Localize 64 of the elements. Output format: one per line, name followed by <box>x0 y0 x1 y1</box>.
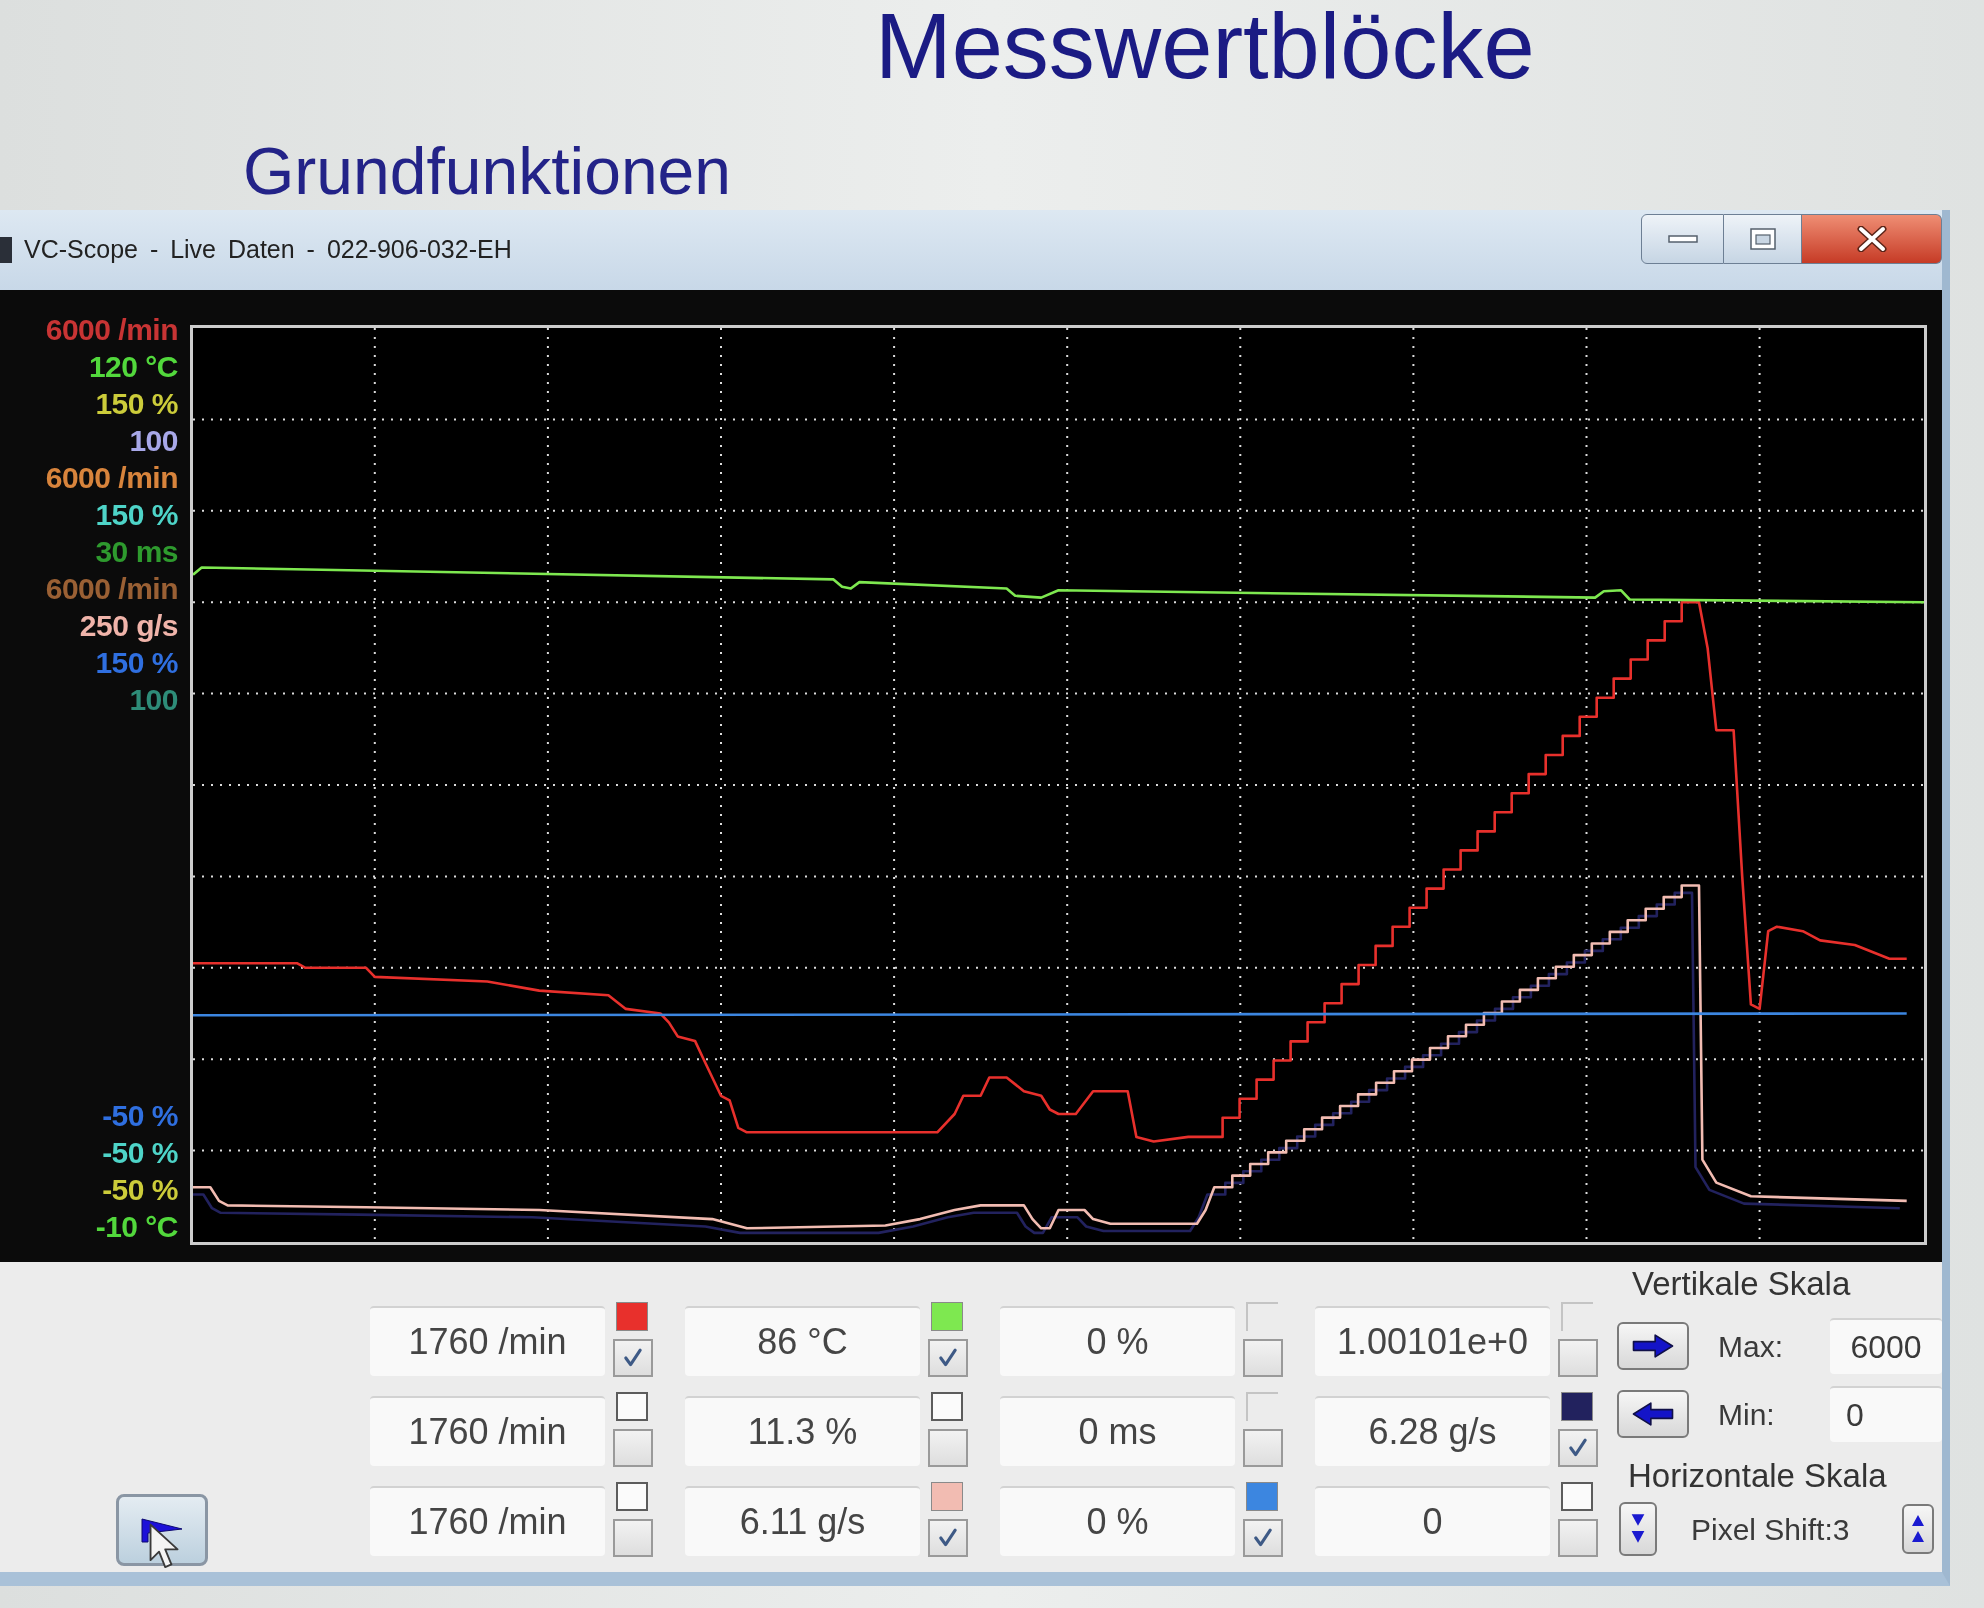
scale-label: -10 °C <box>95 1209 178 1245</box>
slide-heading: Messwertblöcke <box>875 0 1535 92</box>
checkbox[interactable] <box>928 1429 968 1467</box>
checkbox[interactable] <box>1558 1339 1598 1377</box>
close-button[interactable] <box>1802 214 1942 264</box>
value-display: 1760 /min <box>370 1396 605 1466</box>
min-label: Min: <box>1718 1396 1775 1433</box>
flag-button[interactable] <box>116 1494 208 1566</box>
value-display: 0 % <box>1000 1306 1235 1376</box>
value-display: 11.3 % <box>685 1396 920 1466</box>
arrow-left-icon <box>1631 1401 1675 1427</box>
scroll-down-button[interactable] <box>1619 1502 1657 1556</box>
app-icon <box>0 237 12 263</box>
minimize-icon <box>1667 234 1698 244</box>
vertical-scale-label: Vertikale Skala <box>1632 1264 1851 1304</box>
checkbox[interactable] <box>1243 1519 1283 1557</box>
scale-label: 150 % <box>95 645 178 681</box>
scale-label: 150 % <box>95 386 178 422</box>
value-display: 0 % <box>1000 1486 1235 1556</box>
scroll-up-button[interactable] <box>1902 1504 1934 1554</box>
checkbox[interactable] <box>928 1339 968 1377</box>
scale-label: 6000 /min <box>45 571 178 607</box>
checkbox[interactable] <box>613 1519 653 1557</box>
maximize-button[interactable] <box>1724 214 1802 264</box>
max-label: Max: <box>1718 1328 1783 1365</box>
slide-subheading: Grundfunktionen <box>243 138 731 204</box>
scale-label: 6000 /min <box>45 460 178 496</box>
minimize-button[interactable] <box>1641 214 1724 264</box>
flag-icon <box>140 1517 184 1543</box>
window-title: VC-Scope - Live Daten - 022-906-032-EH <box>24 234 512 266</box>
maximize-icon <box>1749 228 1776 250</box>
max-field[interactable]: 6000 <box>1830 1318 1942 1374</box>
value-display: 1760 /min <box>370 1486 605 1556</box>
value-display: 1760 /min <box>370 1306 605 1376</box>
checkbox[interactable] <box>1558 1519 1598 1557</box>
right-arrow-button[interactable] <box>1617 1322 1689 1370</box>
left-arrow-button[interactable] <box>1617 1390 1689 1438</box>
value-display: 6.11 g/s <box>685 1486 920 1556</box>
checkbox[interactable] <box>1558 1429 1598 1467</box>
scale-label: -50 % <box>102 1172 178 1208</box>
checkbox[interactable] <box>1243 1339 1283 1377</box>
min-field[interactable]: 0 <box>1830 1386 1942 1442</box>
value-display: 0 ms <box>1000 1396 1235 1466</box>
scale-label: 100 <box>129 682 178 718</box>
scale-label: 150 % <box>95 497 178 533</box>
scale-label: -50 % <box>102 1135 178 1171</box>
scale-label: 120 °C <box>88 349 178 385</box>
scale-label: 6000 /min <box>45 312 178 348</box>
scale-label: 30 ms <box>95 534 178 570</box>
scale-label: 100 <box>129 423 178 459</box>
close-icon <box>1856 226 1887 252</box>
checkbox[interactable] <box>613 1339 653 1377</box>
checkbox[interactable] <box>928 1519 968 1557</box>
scale-label: 250 g/s <box>79 608 178 644</box>
arrow-right-icon <box>1631 1333 1675 1359</box>
value-display: 1.00101e+0 <box>1315 1306 1550 1376</box>
value-display: 86 °C <box>685 1306 920 1376</box>
scale-label: -50 % <box>102 1098 178 1134</box>
horizontal-scale-label: Horizontale Skala <box>1628 1456 1887 1496</box>
checkbox[interactable] <box>1243 1429 1283 1467</box>
pixel-shift-label: Pixel Shift:3 <box>1691 1511 1850 1548</box>
value-display: 0 <box>1315 1486 1550 1556</box>
checkbox[interactable] <box>613 1429 653 1467</box>
value-display: 6.28 g/s <box>1315 1396 1550 1466</box>
